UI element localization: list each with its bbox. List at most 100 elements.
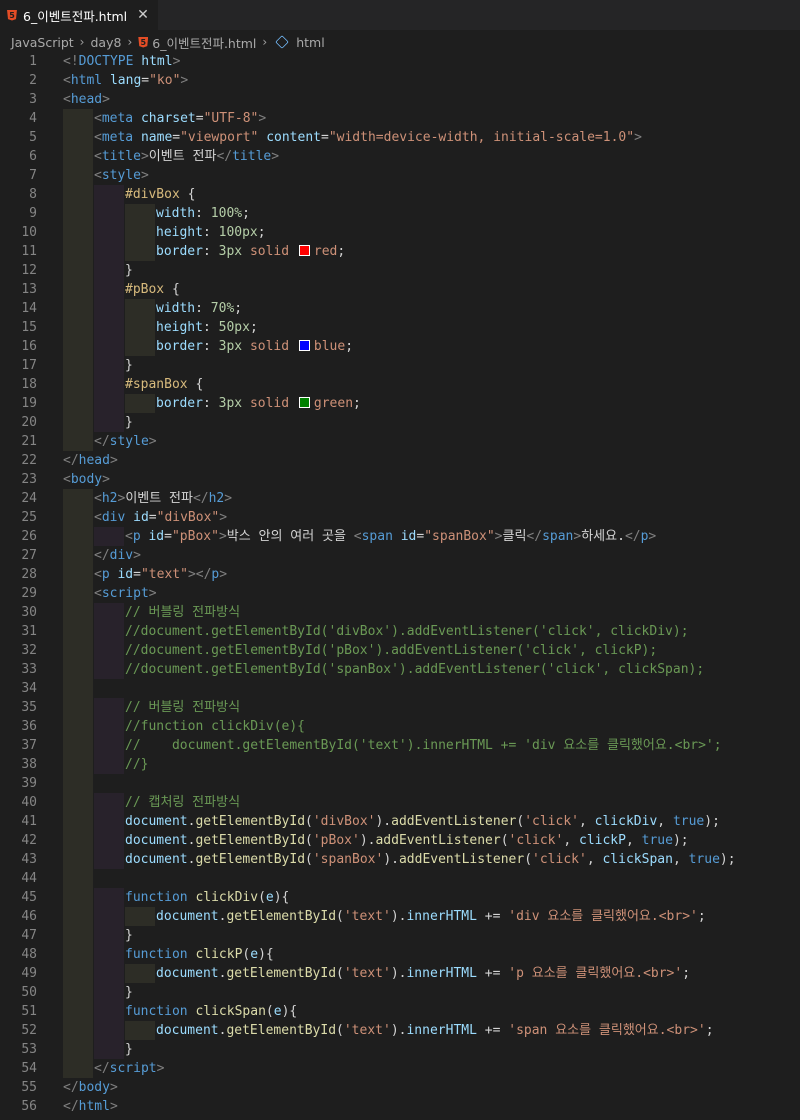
code-line[interactable]: 50} <box>0 983 800 1002</box>
code-line[interactable]: 4 <meta charset="UTF-8"> <box>0 109 800 128</box>
code-line[interactable]: 41 document.getElementById('divBox').addE… <box>0 812 800 831</box>
indent-guide <box>63 774 93 793</box>
code-line[interactable]: 32 //document.getElementById('pBox').addE… <box>0 641 800 660</box>
code-line[interactable]: 26 <p id="pBox">박스 안의 여러 곳을 <span id="spa… <box>0 527 800 546</box>
code-line[interactable]: 20} <box>0 413 800 432</box>
indent-guide <box>94 223 124 242</box>
indent-guide <box>63 299 93 318</box>
color-swatch-icon[interactable] <box>298 340 310 351</box>
code-line[interactable]: 3 <head> <box>0 90 800 109</box>
code-line[interactable]: 1 <!DOCTYPE html> <box>0 52 800 71</box>
code-line[interactable]: 43 document.getElementById('spanBox').add… <box>0 850 800 869</box>
code-line[interactable]: 27 </div> <box>0 546 800 565</box>
code-line[interactable]: 10 height: 100px; <box>0 223 800 242</box>
indent-guide <box>63 679 93 698</box>
code-line[interactable]: 53} <box>0 1040 800 1059</box>
color-swatch-icon[interactable] <box>298 245 310 256</box>
code-token: 'p 요소를 클릭했어요.<br>' <box>508 966 683 981</box>
breadcrumb-item-day8[interactable]: day8 <box>90 35 121 50</box>
code-line[interactable]: 46 document.getElementById('text').innerH… <box>0 907 800 926</box>
code-line[interactable]: 54 </script> <box>0 1059 800 1078</box>
code-editor[interactable]: 1 <!DOCTYPE html> 2 <html lang="ko"> 3 <head>… <box>0 52 800 1116</box>
line-number: 21 <box>21 434 37 449</box>
code-text: document.getElementById('divBox').addEve… <box>125 812 720 831</box>
line-number: 2 <box>29 73 37 88</box>
code-line[interactable]: 40 // 캡처링 전파방식 <box>0 793 800 812</box>
code-token: title <box>101 149 141 164</box>
code-line[interactable]: 45 function clickDiv(e){ <box>0 888 800 907</box>
code-line[interactable]: 31 //document.getElementById('divBox').ad… <box>0 622 800 641</box>
code-text: </head> <box>63 451 118 470</box>
code-line[interactable]: 13 #pBox { <box>0 280 800 299</box>
code-token: </ <box>63 1080 79 1095</box>
code-token: < <box>94 567 102 582</box>
code-line[interactable]: 37 // document.getElementById('text').inn… <box>0 736 800 755</box>
code-line[interactable]: 51 function clickSpan(e){ <box>0 1002 800 1021</box>
editor-tab[interactable]: 5 6_이벤트전파.html ✕ <box>0 0 159 30</box>
code-line[interactable]: 38 //} <box>0 755 800 774</box>
code-line[interactable]: 9 width: 100%; <box>0 204 800 223</box>
color-swatch-icon[interactable] <box>298 397 310 408</box>
breadcrumb-item-html[interactable]: html <box>296 35 324 50</box>
code-token: 'divBox' <box>312 814 376 829</box>
code-token: clickDiv <box>195 890 259 905</box>
code-line[interactable]: 44 <box>0 869 800 888</box>
code-line[interactable]: 14 width: 70%; <box>0 299 800 318</box>
code-token: ){ <box>281 1004 298 1019</box>
code-line[interactable]: 30 // 버블링 전파방식 <box>0 603 800 622</box>
code-line[interactable]: 6 <title>이벤트 전파</title> <box>0 147 800 166</box>
code-line[interactable]: 56 </html> <box>0 1097 800 1116</box>
code-text: // document.getElementById('text').inner… <box>125 736 722 755</box>
indent-guide <box>94 318 124 337</box>
code-token: { <box>195 377 204 392</box>
code-line[interactable]: 16 border: 3px solid blue; <box>0 337 800 356</box>
code-token: 'click' <box>508 833 564 848</box>
code-line[interactable]: 34 <box>0 679 800 698</box>
breadcrumb-item-javascript[interactable]: JavaScript <box>11 35 74 50</box>
code-text: } <box>125 926 133 945</box>
code-token: ). <box>383 852 399 867</box>
indent-guide <box>63 926 93 945</box>
code-token: : <box>195 301 211 316</box>
code-token: "text" <box>140 567 188 582</box>
code-line[interactable]: 33 //document.getElementById('spanBox').a… <box>0 660 800 679</box>
code-token: id <box>133 510 149 525</box>
code-line[interactable]: 23 <body> <box>0 470 800 489</box>
code-line[interactable]: 19 border: 3px solid green; <box>0 394 800 413</box>
code-token: ; <box>257 225 266 240</box>
code-line[interactable]: 35 // 버블링 전파방식 <box>0 698 800 717</box>
code-line[interactable]: 12} <box>0 261 800 280</box>
indent-guide <box>94 527 124 546</box>
code-line[interactable]: 55 </body> <box>0 1078 800 1097</box>
code-token: 'click' <box>524 814 579 829</box>
code-line[interactable]: 28 <p id="text"></p> <box>0 565 800 584</box>
code-line[interactable]: 18 #spanBox { <box>0 375 800 394</box>
code-line[interactable]: 8 #divBox { <box>0 185 800 204</box>
line-number: 4 <box>29 111 37 126</box>
code-line[interactable]: 22 </head> <box>0 451 800 470</box>
code-line[interactable]: 25 <div id="divBox"> <box>0 508 800 527</box>
code-line[interactable]: 29 <script> <box>0 584 800 603</box>
code-line[interactable]: 24 <h2>이벤트 전파</h2> <box>0 489 800 508</box>
breadcrumb-item-file[interactable]: 6_이벤트전파.html <box>152 33 256 52</box>
close-icon[interactable]: ✕ <box>137 7 149 23</box>
code-line[interactable]: 15 height: 50px; <box>0 318 800 337</box>
code-token: , <box>657 814 673 829</box>
code-line[interactable]: 39 <box>0 774 800 793</box>
code-line[interactable]: 36 //function clickDiv(e){ <box>0 717 800 736</box>
code-line[interactable]: 21 </style> <box>0 432 800 451</box>
code-token: //function clickDiv(e){ <box>125 719 306 734</box>
code-line[interactable]: 48 function clickP(e){ <box>0 945 800 964</box>
code-line[interactable]: 5 <meta name="viewport" content="width=de… <box>0 128 800 147</box>
line-number: 30 <box>21 605 37 620</box>
code-line[interactable]: 11 border: 3px solid red; <box>0 242 800 261</box>
code-line[interactable]: 52 document.getElementById('text').innerH… <box>0 1021 800 1040</box>
line-number: 42 <box>21 833 37 848</box>
code-line[interactable]: 17} <box>0 356 800 375</box>
code-line[interactable]: 49 document.getElementById('text').innerH… <box>0 964 800 983</box>
code-line[interactable]: 7 <style> <box>0 166 800 185</box>
code-line[interactable]: 2 <html lang="ko"> <box>0 71 800 90</box>
code-line[interactable]: 47} <box>0 926 800 945</box>
code-token: 'text' <box>343 1023 391 1038</box>
code-line[interactable]: 42 document.getElementById('pBox').addEve… <box>0 831 800 850</box>
